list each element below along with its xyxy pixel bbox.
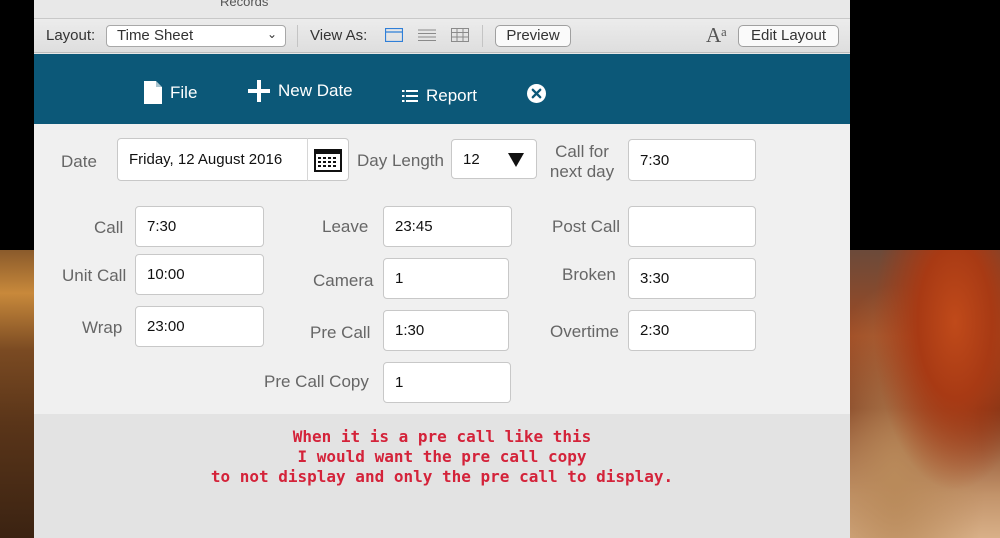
form-view-icon[interactable] xyxy=(385,28,403,42)
post-call-label: Post Call xyxy=(552,217,621,236)
report-button[interactable]: Report xyxy=(402,86,477,106)
call-next-day-value: 7:30 xyxy=(640,151,670,169)
unit-call-field[interactable]: 10:00 xyxy=(135,254,264,295)
date-value: Friday, 12 August 2016 xyxy=(129,151,283,168)
pre-call-copy-label: Pre Call Copy xyxy=(264,372,369,391)
camera-value: 1 xyxy=(395,270,404,287)
toolbar-divider xyxy=(482,25,483,47)
date-label: Date xyxy=(61,152,97,171)
layout-select[interactable]: Time Sheet ⌄ xyxy=(106,25,286,47)
list-view-icon[interactable] xyxy=(418,28,436,42)
pre-call-label: Pre Call xyxy=(310,323,371,342)
desktop-background-right xyxy=(850,250,1000,538)
chevron-down-icon: ⌄ xyxy=(266,27,277,41)
nav-bar: File New Date Report xyxy=(34,54,850,124)
date-picker-button[interactable] xyxy=(307,138,349,181)
camera-field[interactable]: 1 xyxy=(383,258,509,299)
day-length-select[interactable]: 12 xyxy=(451,139,537,179)
broken-field[interactable]: 3:30 xyxy=(628,258,756,299)
leave-label: Leave xyxy=(322,217,369,236)
view-as-label: View As: xyxy=(310,27,368,44)
note-line-1: When it is a pre call like this xyxy=(292,427,592,446)
call-next-label-line2: next day xyxy=(549,162,615,181)
leave-value: 23:45 xyxy=(395,218,433,235)
report-label: Report xyxy=(426,86,478,105)
pre-call-value: 1:30 xyxy=(395,322,425,339)
day-length-value: 12 xyxy=(463,150,480,168)
layout-toolbar: Layout: Time Sheet ⌄ View As: Preview Aᵃ… xyxy=(34,18,850,53)
pre-call-copy-field[interactable]: 1 xyxy=(383,362,511,403)
layout-label: Layout: xyxy=(46,27,96,44)
camera-label: Camera xyxy=(313,271,374,290)
leave-field[interactable]: 23:45 xyxy=(383,206,512,247)
day-length-label: Day Length xyxy=(357,151,444,170)
unit-call-value: 10:00 xyxy=(147,266,185,283)
note-line-2: I would want the pre call copy xyxy=(297,447,587,466)
call-next-day-label: Call for next day xyxy=(547,142,617,182)
note-line-3: to not display and only the pre call to … xyxy=(210,467,674,486)
new-date-label: New Date xyxy=(278,81,353,100)
calendar-icon xyxy=(314,149,342,172)
broken-value: 3:30 xyxy=(640,270,670,287)
wrap-label: Wrap xyxy=(82,318,123,337)
call-next-label-line1: Call for xyxy=(555,142,609,161)
list-icon xyxy=(402,90,418,102)
post-call-field[interactable] xyxy=(628,206,756,247)
file-button[interactable]: File xyxy=(144,81,197,104)
annotation-note: When it is a pre call like this I would … xyxy=(34,427,850,487)
overtime-field[interactable]: 2:30 xyxy=(628,310,756,351)
preview-button[interactable]: Preview xyxy=(495,25,571,47)
file-label: File xyxy=(170,82,198,102)
broken-label: Broken xyxy=(562,265,616,284)
edit-layout-button[interactable]: Edit Layout xyxy=(738,25,839,47)
overtime-value: 2:30 xyxy=(640,322,670,339)
layout-select-value: Time Sheet xyxy=(117,27,194,44)
plus-icon xyxy=(248,80,270,102)
dropdown-triangle-icon xyxy=(508,153,524,167)
pre-call-copy-value: 1 xyxy=(395,374,404,391)
toolbar-divider xyxy=(297,25,298,47)
call-field[interactable]: 7:30 xyxy=(135,206,264,247)
call-next-day-field[interactable]: 7:30 xyxy=(628,139,756,181)
pre-call-field[interactable]: 1:30 xyxy=(383,310,509,351)
new-date-button[interactable]: New Date xyxy=(248,80,353,102)
table-view-icon[interactable] xyxy=(451,28,469,42)
wrap-field[interactable]: 23:00 xyxy=(135,306,264,347)
time-sheet-form: Date Friday, 12 August 2016 Day Length 1… xyxy=(34,124,850,414)
call-value: 7:30 xyxy=(147,218,177,235)
font-size-icon[interactable]: Aᵃ xyxy=(706,23,727,48)
desktop-background-left xyxy=(0,250,34,538)
wrap-value: 23:00 xyxy=(147,318,185,335)
document-icon xyxy=(144,81,162,104)
unit-call-label: Unit Call xyxy=(62,266,127,285)
app-window: Records Layout: Time Sheet ⌄ View As: Pr… xyxy=(34,0,850,538)
records-label: Records xyxy=(220,0,269,9)
close-circle-icon[interactable] xyxy=(527,84,546,103)
overtime-label: Overtime xyxy=(550,322,619,341)
call-label: Call xyxy=(94,218,124,237)
